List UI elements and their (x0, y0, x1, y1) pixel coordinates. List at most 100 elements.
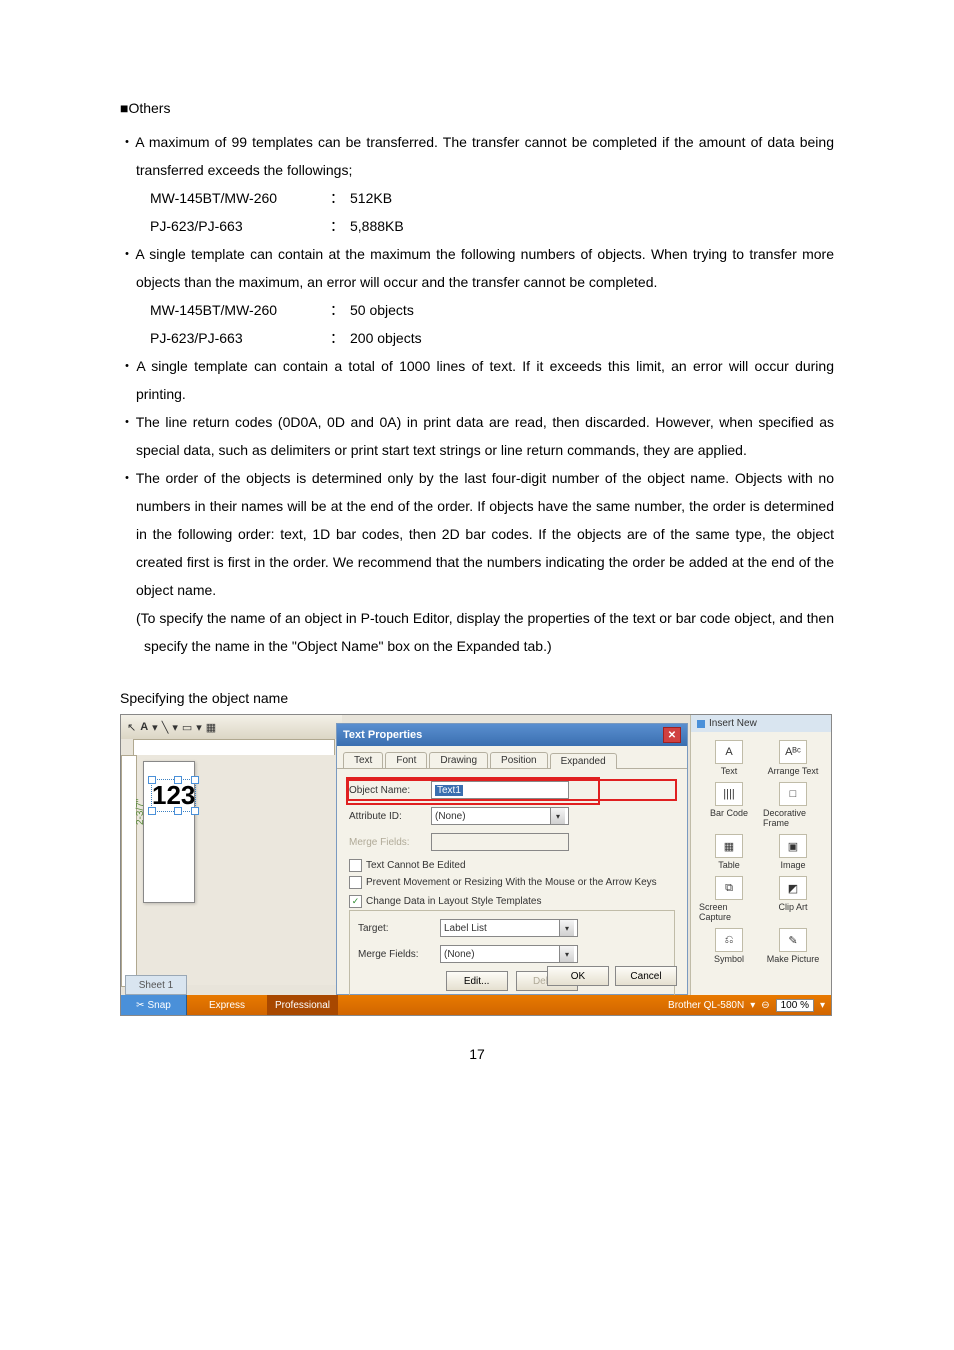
target-select[interactable]: Label List ▾ (440, 919, 578, 937)
insert-item[interactable]: ▣ Image (763, 834, 823, 870)
spec-colon: ： (330, 212, 350, 240)
sheet-tab[interactable]: Sheet 1 (125, 975, 187, 995)
target-label: Target: (358, 923, 440, 934)
checkbox-change-data[interactable]: ✓ (349, 895, 362, 908)
spec-value: 200 objects (350, 324, 422, 352)
dropdown-icon[interactable]: ▾ (152, 721, 158, 734)
rect-icon[interactable]: ▭ (182, 721, 192, 734)
chevron-down-icon[interactable]: ▾ (559, 946, 574, 962)
insert-item-label: Table (718, 860, 740, 870)
checkbox-readonly[interactable] (349, 859, 362, 872)
tab-expanded[interactable]: Expanded (550, 753, 617, 769)
mode-express[interactable]: Express (187, 995, 267, 1015)
merge-fields-value: (None) (444, 949, 475, 960)
insert-item[interactable]: ✎ Make Picture (763, 928, 823, 964)
text-tool-icon[interactable]: A (140, 721, 148, 733)
insert-item-label: Screen Capture (699, 902, 759, 922)
spec-row: MW-145BT/MW-260 ： 512KB (120, 184, 834, 212)
insert-item[interactable]: ◩ Clip Art (763, 876, 823, 922)
insert-item-label: Image (780, 860, 805, 870)
dropdown-icon[interactable]: ▾ (820, 1000, 825, 1011)
drawing-toolbar[interactable]: ↖ A ▾ ╲ ▾ ▭ ▾ ▦ (121, 715, 342, 739)
close-icon[interactable]: ✕ (663, 727, 681, 743)
text-object-content: 123 (152, 780, 195, 810)
dialog-tabs: Text Font Drawing Position Expanded (337, 746, 687, 769)
mode-professional[interactable]: Professional (267, 995, 338, 1015)
attribute-id-label: Attribute ID: (349, 811, 431, 822)
insert-item[interactable]: Aᴮᶜ Arrange Text (763, 740, 823, 776)
dropdown-icon[interactable]: ▾ (172, 721, 178, 734)
dialog-titlebar[interactable]: Text Properties ✕ (337, 724, 687, 746)
spec-colon: ： (330, 324, 350, 352)
spec-colon: ： (330, 296, 350, 324)
insert-item-label: Arrange Text (768, 766, 819, 776)
tab-text[interactable]: Text (343, 752, 383, 768)
section-heading: ■Others (120, 100, 834, 116)
insert-panel-header[interactable]: Insert New (691, 715, 831, 732)
insert-icon: A (715, 740, 743, 764)
chevron-down-icon[interactable]: ▾ (559, 920, 574, 936)
object-name-label: Object Name: (349, 785, 431, 796)
insert-item-label: Decorative Frame (763, 808, 823, 828)
dropdown-icon[interactable]: ▾ (196, 721, 202, 734)
bullet-4: ・The line return codes (0D0A, 0D and 0A)… (120, 408, 834, 464)
object-name-input[interactable]: Text1 (431, 781, 569, 799)
insert-item[interactable]: ▦ Table (699, 834, 759, 870)
insert-item-label: Clip Art (778, 902, 807, 912)
printer-name: Brother QL-580N (668, 1000, 744, 1011)
fieldset-legend: Change Data in Layout Style Templates (366, 896, 541, 907)
insert-icon: ⧉ (715, 876, 743, 900)
bullet-3: ・A single template can contain a total o… (120, 352, 834, 408)
ruler-vertical (121, 755, 137, 987)
pointer-icon[interactable]: ↖ (127, 721, 136, 734)
insert-item-label: Text (721, 766, 738, 776)
edit-button[interactable]: Edit... (446, 971, 508, 991)
spec-row: MW-145BT/MW-260 ： 50 objects (120, 296, 834, 324)
spec-model: PJ-623/PJ-663 (150, 212, 330, 240)
canvas[interactable]: 123 2-3/7" (121, 755, 336, 985)
tab-position[interactable]: Position (490, 752, 548, 768)
figure-caption: Specifying the object name (120, 690, 834, 706)
insert-item[interactable]: A Text (699, 740, 759, 776)
bullet-2: ・A single template can contain at the ma… (120, 240, 834, 296)
tab-font[interactable]: Font (385, 752, 427, 768)
insert-icon: ✎ (779, 928, 807, 952)
text-object[interactable]: 123 (151, 779, 196, 812)
merge-fields-select[interactable]: (None) ▾ (440, 945, 578, 963)
spec-value: 512KB (350, 184, 392, 212)
insert-icon: Aᴮᶜ (779, 740, 807, 764)
insert-icon: □ (779, 782, 807, 806)
dropdown-icon[interactable]: ▾ (750, 1000, 755, 1011)
mode-snap[interactable]: ✂ Snap (121, 995, 187, 1015)
insert-item[interactable]: □Decorative Frame (763, 782, 823, 828)
chevron-down-icon[interactable]: ▾ (550, 808, 565, 824)
insert-item[interactable]: ||||Bar Code (699, 782, 759, 828)
insert-item[interactable]: ⧉Screen Capture (699, 876, 759, 922)
spec-colon: ： (330, 184, 350, 212)
spec-model: PJ-623/PJ-663 (150, 324, 330, 352)
bullet-5: ・The order of the objects is determined … (120, 464, 834, 604)
line-icon[interactable]: ╲ (162, 721, 169, 734)
insert-item-label: Make Picture (767, 954, 820, 964)
bullet-1: ・A maximum of 99 templates can be transf… (120, 128, 834, 184)
insert-icon: ⎌ (715, 928, 743, 952)
insert-panel: Insert New A Text Aᴮᶜ Arrange Text ||||Bar C… (690, 715, 831, 995)
cancel-button[interactable]: Cancel (615, 966, 677, 986)
table-icon[interactable]: ▦ (206, 721, 216, 734)
insert-item-label: Symbol (714, 954, 744, 964)
insert-icon: ▣ (779, 834, 807, 858)
spec-row: PJ-623/PJ-663 ： 5,888KB (120, 212, 834, 240)
tab-drawing[interactable]: Drawing (429, 752, 488, 768)
insert-icon: ◩ (779, 876, 807, 900)
ok-button[interactable]: OK (547, 966, 609, 986)
zoom-out-icon[interactable]: ⊖ (761, 1000, 769, 1011)
attribute-id-select[interactable]: (None) ▾ (431, 807, 569, 825)
checkbox-prevent-move[interactable] (349, 876, 362, 889)
insert-item-label: Bar Code (710, 808, 748, 818)
zoom-value[interactable]: 100 % (776, 999, 814, 1012)
spec-model: MW-145BT/MW-260 (150, 184, 330, 212)
insert-icon: ▦ (715, 834, 743, 858)
insert-item[interactable]: ⎌ Symbol (699, 928, 759, 964)
attribute-id-value: (None) (435, 811, 466, 822)
spec-value: 5,888KB (350, 212, 404, 240)
